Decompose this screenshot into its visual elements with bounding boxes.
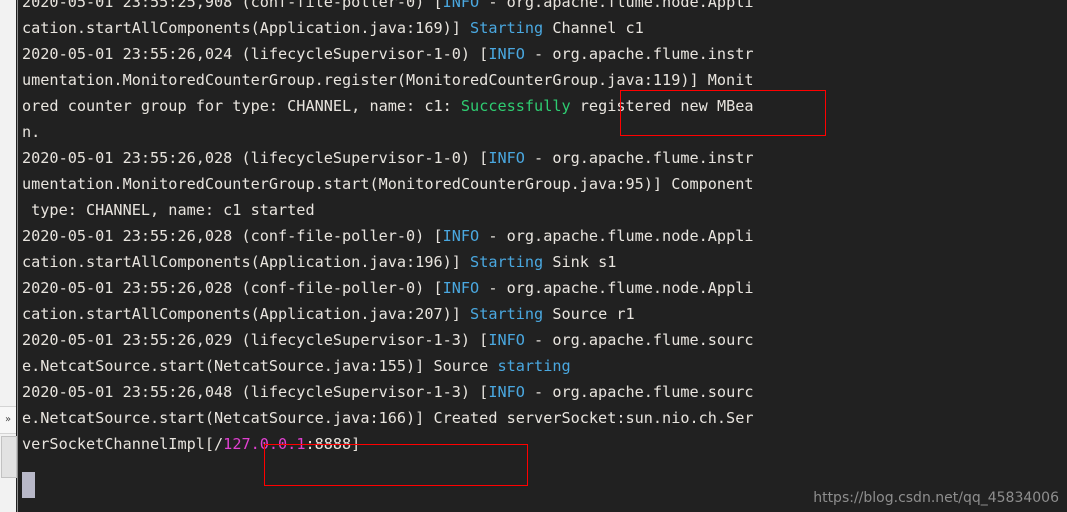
log-segment-plain: n. bbox=[22, 123, 41, 141]
log-segment-plain: 2020-05-01 23:55:26,028 (lifecycleSuperv… bbox=[22, 149, 489, 167]
log-segment-info: INFO bbox=[442, 279, 480, 297]
log-line: n. bbox=[22, 119, 1067, 145]
log-segment-plain: - org.apache.flume.instr bbox=[524, 45, 754, 63]
log-segment-info: INFO bbox=[442, 227, 480, 245]
log-line: e.NetcatSource.start(NetcatSource.java:1… bbox=[22, 405, 1067, 431]
log-segment-info: INFO bbox=[488, 149, 525, 167]
log-lines: 2020-05-01 23:55:25,908 (conf-file-polle… bbox=[22, 0, 1067, 457]
tool-window-button[interactable] bbox=[1, 436, 17, 478]
log-segment-plain: 2020-05-01 23:55:26,024 (lifecycleSuperv… bbox=[22, 45, 489, 63]
log-segment-plain: type: CHANNEL, name: c1 started bbox=[22, 201, 315, 219]
log-segment-plain: 2020-05-01 23:55:25,908 (conf-file-polle… bbox=[22, 0, 443, 11]
log-line: 2020-05-01 23:55:26,029 (lifecycleSuperv… bbox=[22, 327, 1067, 353]
log-segment-info: INFO bbox=[488, 45, 525, 63]
left-gutter: » bbox=[0, 0, 17, 512]
log-segment-plain: 2020-05-01 23:55:26,048 (lifecycleSuperv… bbox=[22, 383, 489, 401]
log-segment-plain: verSocketChannelImpl[/ bbox=[22, 435, 224, 453]
log-segment-plain: umentation.MonitoredCounterGroup.start(M… bbox=[22, 175, 754, 193]
log-line: 2020-05-01 23:55:26,024 (lifecycleSuperv… bbox=[22, 41, 1067, 67]
log-segment-info: INFO bbox=[488, 383, 525, 401]
gutter-divider bbox=[17, 0, 18, 512]
log-segment-plain: registered new MBea bbox=[570, 97, 754, 115]
log-line: cation.startAllComponents(Application.ja… bbox=[22, 249, 1067, 275]
log-segment-plain: 2020-05-01 23:55:26,028 (conf-file-polle… bbox=[22, 279, 443, 297]
log-segment-plain: - org.apache.flume.sourc bbox=[524, 331, 754, 349]
log-segment-plain: Channel c1 bbox=[543, 19, 644, 37]
log-segment-info: INFO bbox=[442, 0, 480, 11]
log-line: ored counter group for type: CHANNEL, na… bbox=[22, 93, 1067, 119]
log-line: verSocketChannelImpl[/127.0.0.1:8888] bbox=[22, 431, 1067, 457]
log-line: umentation.MonitoredCounterGroup.start(M… bbox=[22, 171, 1067, 197]
log-segment-plain: - org.apache.flume.instr bbox=[524, 149, 754, 167]
log-segment-plain: e.NetcatSource.start(NetcatSource.java:1… bbox=[22, 409, 754, 427]
log-line: 2020-05-01 23:55:26,028 (conf-file-polle… bbox=[22, 223, 1067, 249]
terminal-cursor bbox=[22, 472, 35, 498]
log-segment-plain: cation.startAllComponents(Application.ja… bbox=[22, 19, 471, 37]
log-segment-plain: 2020-05-01 23:55:26,028 (conf-file-polle… bbox=[22, 227, 443, 245]
log-segment-plain: - org.apache.flume.node.Appli bbox=[479, 227, 754, 245]
log-segment-plain: - org.apache.flume.node.Appli bbox=[479, 0, 754, 11]
log-segment-plain: ored counter group for type: CHANNEL, na… bbox=[22, 97, 461, 115]
log-segment-ok: Successfully bbox=[460, 97, 571, 115]
watermark: https://blog.csdn.net/qq_45834006 bbox=[813, 490, 1059, 506]
log-line: type: CHANNEL, name: c1 started bbox=[22, 197, 1067, 223]
log-segment-plain: umentation.MonitoredCounterGroup.registe… bbox=[22, 71, 754, 89]
log-segment-plain: cation.startAllComponents(Application.ja… bbox=[22, 253, 471, 271]
log-segment-plain: Source r1 bbox=[543, 305, 635, 323]
log-segment-plain: - org.apache.flume.node.Appli bbox=[479, 279, 754, 297]
log-line: 2020-05-01 23:55:26,028 (conf-file-polle… bbox=[22, 275, 1067, 301]
log-segment-keyword: starting bbox=[497, 357, 571, 375]
log-line: cation.startAllComponents(Application.ja… bbox=[22, 301, 1067, 327]
log-line: e.NetcatSource.start(NetcatSource.java:1… bbox=[22, 353, 1067, 379]
log-line: 2020-05-01 23:55:25,908 (conf-file-polle… bbox=[22, 0, 1067, 15]
log-segment-plain: :8888] bbox=[305, 435, 361, 453]
log-line: 2020-05-01 23:55:26,048 (lifecycleSuperv… bbox=[22, 379, 1067, 405]
log-line: 2020-05-01 23:55:26,028 (lifecycleSuperv… bbox=[22, 145, 1067, 171]
log-line: cation.startAllComponents(Application.ja… bbox=[22, 15, 1067, 41]
log-segment-plain: e.NetcatSource.start(NetcatSource.java:1… bbox=[22, 357, 498, 375]
console-output[interactable]: 2020-05-01 23:55:25,908 (conf-file-polle… bbox=[18, 0, 1067, 512]
log-segment-plain: - org.apache.flume.sourc bbox=[524, 383, 754, 401]
log-segment-info: INFO bbox=[488, 331, 525, 349]
log-segment-keyword: Starting bbox=[470, 305, 544, 323]
log-segment-plain: cation.startAllComponents(Application.ja… bbox=[22, 305, 471, 323]
log-segment-plain: Sink s1 bbox=[543, 253, 617, 271]
log-line: umentation.MonitoredCounterGroup.registe… bbox=[22, 67, 1067, 93]
terminal-window: » 2020-05-01 23:55:25,908 (conf-file-pol… bbox=[0, 0, 1067, 512]
log-segment-plain: 2020-05-01 23:55:26,029 (lifecycleSuperv… bbox=[22, 331, 489, 349]
expand-tool-window-icon[interactable]: » bbox=[0, 406, 16, 434]
log-segment-keyword: Starting bbox=[470, 19, 544, 37]
log-segment-keyword: Starting bbox=[470, 253, 544, 271]
log-segment-ip: 127.0.0.1 bbox=[223, 435, 306, 453]
